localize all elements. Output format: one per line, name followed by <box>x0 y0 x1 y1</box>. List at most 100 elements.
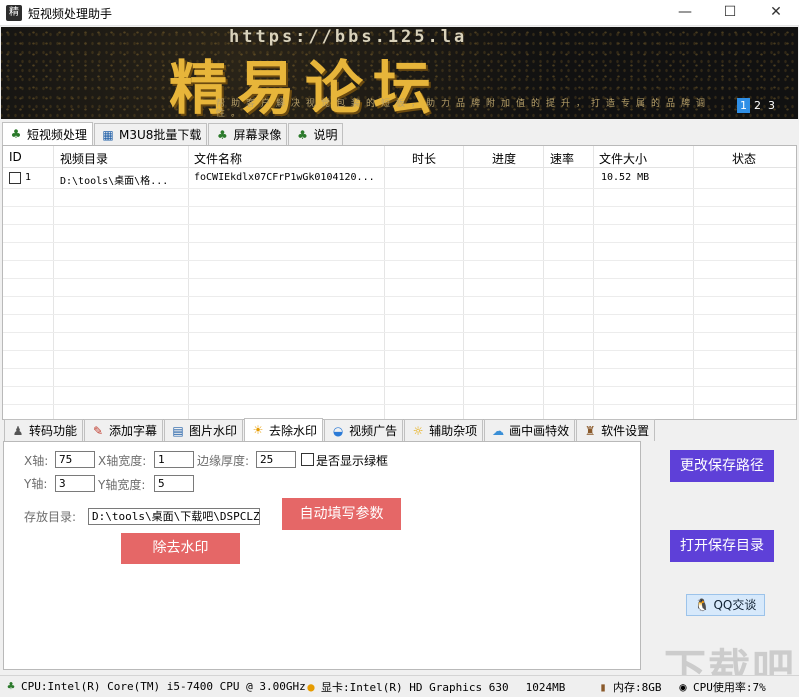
subtitle-icon: ✎ <box>92 423 104 438</box>
column-line <box>544 146 594 419</box>
edge-thickness-label: 边缘厚度: <box>197 454 250 468</box>
x-axis-input[interactable]: 75 <box>55 451 95 468</box>
video-ad-icon: ◒ <box>332 423 344 438</box>
row-divider <box>3 368 796 369</box>
memory-text: 内存:8GB <box>613 681 662 694</box>
row-divider <box>3 350 796 351</box>
y-width-label: Y轴宽度: <box>98 478 146 492</box>
help-icon: ♣ <box>297 127 308 142</box>
cell-size[interactable]: 10.52 MB <box>601 172 649 183</box>
close-button[interactable]: ✕ <box>753 0 799 26</box>
banner-page-3[interactable]: 3 <box>765 98 778 113</box>
column-line <box>594 146 694 419</box>
row-divider <box>3 386 796 387</box>
cpu-usage-text: CPU使用率:7% <box>693 681 766 694</box>
header-dir[interactable]: 视频目录 <box>60 150 108 167</box>
tab-remove-watermark[interactable]: ☀ 去除水印 <box>244 418 324 441</box>
open-save-dir-button[interactable]: 打开保存目录 <box>670 530 774 562</box>
tab-label: 去除水印 <box>269 423 318 438</box>
cpu-text: CPU:Intel(R) Core(TM) i5-7400 CPU @ 3.00… <box>21 679 306 693</box>
title-bar: 精 短视频处理助手 — ☐ ✕ <box>0 0 799 26</box>
tab-m3u8-download[interactable]: ▦ M3U8批量下载 <box>94 123 208 145</box>
maximize-button[interactable]: ☐ <box>707 0 753 26</box>
x-axis-label: X轴: <box>24 454 49 468</box>
column-line <box>385 146 464 419</box>
pip-icon: ☁ <box>492 423 505 438</box>
row-divider <box>3 332 796 333</box>
edge-thickness-input[interactable]: 25 <box>256 451 296 468</box>
tab-image-watermark[interactable]: ▤ 图片水印 <box>164 419 244 441</box>
video-table[interactable]: ID 视频目录 文件名称 时长 进度 速率 文件大小 状态 1 D:\tools… <box>2 145 797 420</box>
row-divider <box>3 242 796 243</box>
row-divider <box>3 188 796 189</box>
tab-label: 软件设置 <box>601 424 650 438</box>
row-checkbox[interactable] <box>9 172 21 184</box>
change-save-path-button[interactable]: 更改保存路径 <box>670 450 774 482</box>
status-memory: ▮ 内存:8GB <box>596 679 662 695</box>
cell-name[interactable]: foCWIEkdlx07CFrP1wGk0104120... <box>194 172 375 183</box>
tab-label: 短视频处理 <box>27 127 88 142</box>
remove-watermark-button[interactable]: 除去水印 <box>121 533 240 564</box>
header-status[interactable]: 状态 <box>732 150 756 167</box>
tab-transcode[interactable]: ♟ 转码功能 <box>4 419 84 441</box>
y-width-input[interactable]: 5 <box>154 475 194 492</box>
tab-help[interactable]: ♣ 说明 <box>288 123 344 145</box>
header-duration[interactable]: 时长 <box>412 150 436 167</box>
save-dir-label: 存放目录: <box>24 510 77 524</box>
tab-pip[interactable]: ☁ 画中画特效 <box>484 419 576 441</box>
banner-pager: 1 2 3 <box>737 98 778 113</box>
settings-icon: ♜ <box>584 423 596 438</box>
tab-label: M3U8批量下载 <box>119 128 202 142</box>
tab-subtitle[interactable]: ✎ 添加字幕 <box>84 419 164 441</box>
minimize-button[interactable]: — <box>662 0 708 26</box>
table-header <box>3 146 796 168</box>
qq-chat-label: QQ交谈 <box>713 598 757 612</box>
qq-penguin-icon: 🐧 <box>694 598 710 612</box>
image-watermark-icon: ▤ <box>172 423 184 438</box>
misc-icon: ☼ <box>412 423 424 438</box>
forum-banner[interactable]: https://bbs.125.la 精易论坛 帮助客户解决视觉包装的短板，助力… <box>1 27 798 119</box>
row-divider <box>3 278 796 279</box>
video-icon: ♣ <box>10 127 22 141</box>
status-gpu: ● 显卡:Intel(R) HD Graphics 630 1024MB <box>304 679 565 695</box>
banner-slogan: 帮助客户解决视觉包装的短板，助力品牌附加值的提升，打造专属的品牌调性。 <box>216 99 712 119</box>
tab-settings[interactable]: ♜ 软件设置 <box>576 419 656 441</box>
tab-misc[interactable]: ☼ 辅助杂项 <box>404 419 484 441</box>
tab-label: 辅助杂项 <box>429 424 478 438</box>
banner-page-1[interactable]: 1 <box>737 98 750 113</box>
tab-label: 视频广告 <box>349 424 398 438</box>
banner-page-2[interactable]: 2 <box>751 98 764 113</box>
remove-watermark-panel: X轴: 75 X轴宽度: 1 边缘厚度: 25 是否显示绿框 Y轴: 3 Y轴宽… <box>3 441 641 670</box>
table-icon: ▦ <box>102 127 114 142</box>
tab-label: 转码功能 <box>29 424 78 438</box>
header-rate[interactable]: 速率 <box>550 150 574 167</box>
x-width-input[interactable]: 1 <box>154 451 194 468</box>
x-width-label: X轴宽度: <box>98 454 147 468</box>
memory-icon: ▮ <box>599 680 607 694</box>
auto-fill-button[interactable]: 自动填写参数 <box>282 498 401 530</box>
y-axis-input[interactable]: 3 <box>55 475 95 492</box>
header-progress[interactable]: 进度 <box>492 150 516 167</box>
save-dir-input[interactable]: D:\tools\桌面\下载吧\DSPCLZS <box>88 508 260 525</box>
row-divider <box>3 206 796 207</box>
header-name[interactable]: 文件名称 <box>194 150 242 167</box>
tab-screen-record[interactable]: ♣ 屏幕录像 <box>208 123 288 145</box>
tab-label: 屏幕录像 <box>233 128 282 142</box>
main-tabs: ♣ 短视频处理 ▦ M3U8批量下载 ♣ 屏幕录像 ♣ 说明 <box>2 122 344 145</box>
cell-id[interactable]: 1 <box>25 172 31 183</box>
header-id[interactable]: ID <box>9 150 22 164</box>
header-size[interactable]: 文件大小 <box>599 150 647 167</box>
column-line <box>3 146 54 419</box>
show-border-checkbox[interactable] <box>301 453 314 466</box>
function-tabs: ♟ 转码功能 ✎ 添加字幕 ▤ 图片水印 ☀ 去除水印 ◒ 视频广告 ☼ 辅助杂… <box>4 418 656 441</box>
column-line <box>189 146 385 419</box>
cell-dir[interactable]: D:\tools\桌面\格... <box>60 172 168 187</box>
show-border-label[interactable]: 是否显示绿框 <box>316 452 388 469</box>
qq-chat-button[interactable]: 🐧 QQ交谈 <box>686 594 765 616</box>
tab-short-video[interactable]: ♣ 短视频处理 <box>2 122 94 145</box>
gpu-icon: ● <box>307 680 315 694</box>
vram-text: 1024MB <box>525 680 566 694</box>
tab-video-ad[interactable]: ◒ 视频广告 <box>324 419 404 441</box>
gpu-text: 显卡:Intel(R) HD Graphics 630 <box>321 681 509 694</box>
window-title: 短视频处理助手 <box>28 7 113 21</box>
